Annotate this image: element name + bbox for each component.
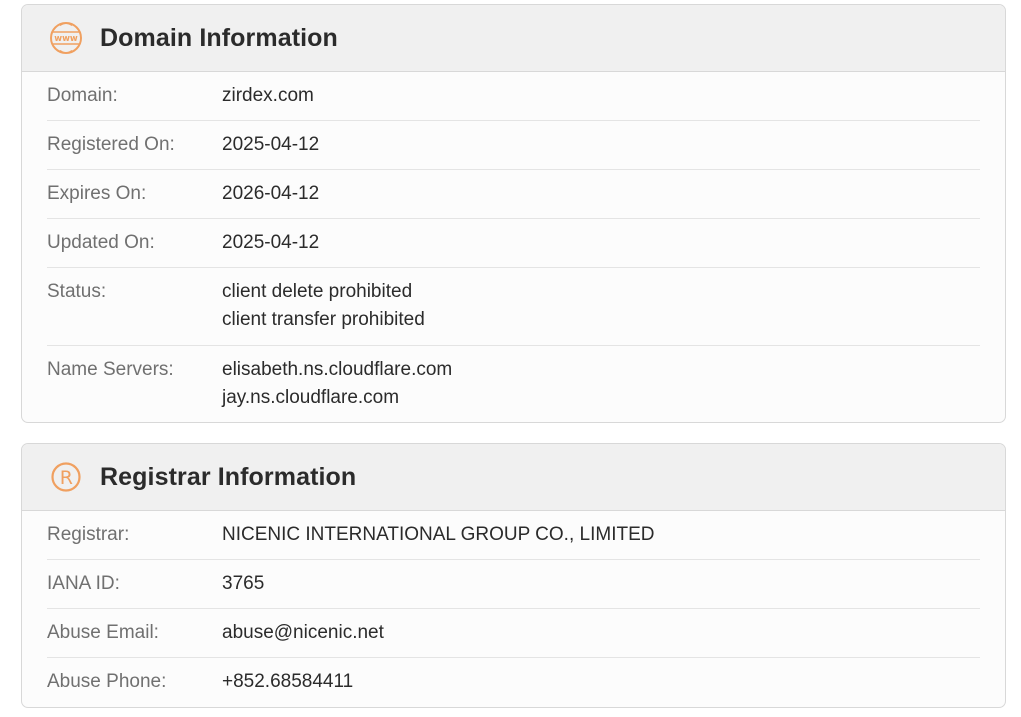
iana-id-value-line: 3765 xyxy=(222,573,265,594)
registrar-value: NICENIC INTERNATIONAL GROUP CO., LIMITED xyxy=(222,521,654,559)
status-row: Status: client delete prohibited client … xyxy=(47,268,980,346)
domain-value: zirdex.com xyxy=(222,82,314,120)
iana-id-value: 3765 xyxy=(222,570,264,608)
registered-on-label: Registered On: xyxy=(47,134,175,155)
status-value-line: client delete prohibited xyxy=(222,281,413,302)
abuse-email-value-line: abuse@nicenic.net xyxy=(222,622,384,643)
domain-row: Domain: zirdex.com xyxy=(47,72,980,121)
expires-on-row: Expires On: 2026-04-12 xyxy=(47,170,980,219)
www-globe-icon: www xyxy=(49,21,83,55)
abuse-phone-row: Abuse Phone: +852.68584411 xyxy=(47,658,980,707)
status-value: client delete prohibited client transfer… xyxy=(222,278,425,345)
iana-id-row: IANA ID: 3765 xyxy=(47,560,980,609)
abuse-phone-value: +852.68584411 xyxy=(222,668,353,707)
abuse-phone-label: Abuse Phone: xyxy=(47,671,167,692)
expires-on-value-line: 2026-04-12 xyxy=(222,183,320,204)
abuse-email-value: abuse@nicenic.net xyxy=(222,619,384,657)
status-value-line: client transfer prohibited xyxy=(222,309,425,330)
domain-value-line: zirdex.com xyxy=(222,85,314,106)
registrar-row: Registrar: NICENIC INTERNATIONAL GROUP C… xyxy=(47,511,980,560)
registrar-information-card: R Registrar Information Registrar: NICEN… xyxy=(21,443,1006,708)
registrar-info-list: Registrar: NICENIC INTERNATIONAL GROUP C… xyxy=(47,511,980,707)
domain-info-list: Domain: zirdex.com Registered On: 2025-0… xyxy=(47,72,980,422)
svg-text:R: R xyxy=(60,467,73,489)
updated-on-value-line: 2025-04-12 xyxy=(222,232,320,253)
registrar-information-header: R Registrar Information xyxy=(22,444,1005,511)
svg-text:www: www xyxy=(54,34,78,44)
registrar-information-title: Registrar Information xyxy=(100,462,357,491)
iana-id-label: IANA ID: xyxy=(47,573,120,594)
abuse-email-row: Abuse Email: abuse@nicenic.net xyxy=(47,609,980,658)
registered-on-row: Registered On: 2025-04-12 xyxy=(47,121,980,170)
status-label: Status: xyxy=(47,281,107,302)
registered-trademark-icon: R xyxy=(49,460,83,494)
domain-label: Domain: xyxy=(47,85,118,106)
updated-on-label: Updated On: xyxy=(47,232,155,253)
updated-on-row: Updated On: 2025-04-12 xyxy=(47,219,980,268)
name-server-line: jay.ns.cloudflare.com xyxy=(222,387,400,408)
domain-information-card: www Domain Information Domain: zirdex.co… xyxy=(21,4,1006,423)
name-server-line: elisabeth.ns.cloudflare.com xyxy=(222,359,453,380)
abuse-phone-value-line: +852.68584411 xyxy=(222,671,354,692)
updated-on-value: 2025-04-12 xyxy=(222,229,319,267)
name-servers-row: Name Servers: elisabeth.ns.cloudflare.co… xyxy=(47,346,980,422)
domain-information-title: Domain Information xyxy=(100,23,338,52)
registrar-label: Registrar: xyxy=(47,524,130,545)
expires-on-label: Expires On: xyxy=(47,183,147,204)
name-servers-value: elisabeth.ns.cloudflare.com jay.ns.cloud… xyxy=(222,356,452,422)
abuse-email-label: Abuse Email: xyxy=(47,622,159,643)
expires-on-value: 2026-04-12 xyxy=(222,180,319,218)
name-servers-label: Name Servers: xyxy=(47,359,174,380)
registered-on-value: 2025-04-12 xyxy=(222,131,319,169)
registrar-value-line: NICENIC INTERNATIONAL GROUP CO., LIMITED xyxy=(222,524,655,545)
domain-information-header: www Domain Information xyxy=(22,5,1005,72)
registered-on-value-line: 2025-04-12 xyxy=(222,134,320,155)
